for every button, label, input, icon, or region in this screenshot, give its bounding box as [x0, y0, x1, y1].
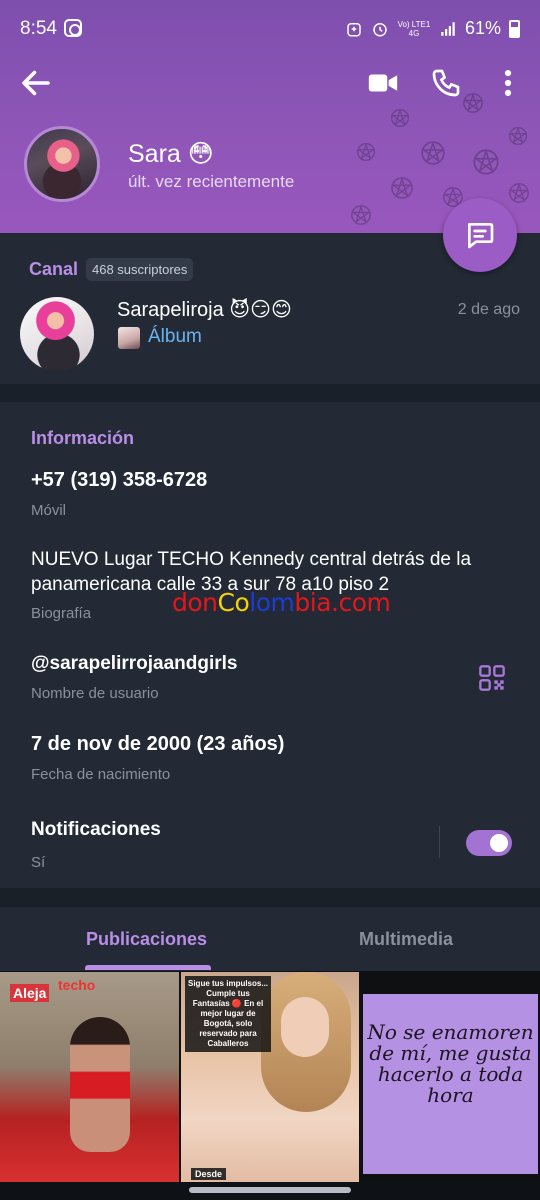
photo-content [281, 997, 329, 1057]
divider [439, 826, 440, 858]
channel-heading: Canal [29, 259, 79, 279]
pentagram-decoration-icon [421, 140, 445, 165]
signal-icon [441, 21, 455, 36]
phone-call-icon[interactable] [430, 66, 462, 100]
qr-code-icon[interactable] [478, 664, 506, 692]
battery-percent: 61% [464, 18, 501, 38]
status-time: 8:54 [20, 18, 57, 39]
pentagram-decoration-icon [391, 176, 413, 199]
channel-avatar [20, 297, 94, 371]
subscribers-badge: 468 suscriptores [86, 258, 194, 281]
media-tile[interactable]: Aleja techo [0, 972, 179, 1182]
back-icon[interactable] [18, 65, 54, 101]
tile-tag: techo [58, 977, 96, 993]
send-message-button[interactable] [443, 198, 517, 272]
alarm-icon [347, 22, 361, 36]
photo-content [70, 1017, 130, 1152]
channel-last-message: Álbum [148, 326, 202, 347]
more-vert-icon[interactable] [496, 66, 520, 100]
channel-name: Sarapeliroja 😈😏😊 [117, 299, 292, 321]
tab-multimedia[interactable]: Multimedia [359, 929, 453, 950]
instagram-notification-icon [64, 19, 82, 37]
active-tab-indicator [85, 965, 211, 970]
notifications-title: Notificaciones [31, 819, 161, 840]
notifications-value: Sí [31, 854, 46, 871]
username: @sarapelirrojaandgirls [31, 653, 238, 674]
media-tabs: Publicaciones Multimedia [0, 907, 540, 971]
username-label: Nombre de usuario [31, 685, 159, 702]
video-call-icon[interactable] [366, 66, 400, 100]
phone-label: Móvil [31, 502, 67, 519]
birthdate-label: Fecha de nacimiento [31, 766, 171, 783]
profile-avatar[interactable] [24, 126, 100, 202]
media-tile[interactable]: Sigue tus impulsos... Cumple tus Fantasí… [181, 972, 359, 1182]
promo-footer: Desde [191, 1168, 227, 1180]
media-grid: Aleja techo Sigue tus impulsos... Cumple… [0, 971, 540, 1200]
quote-card: No se enamoren de mí, me gusta hacerlo a… [363, 994, 538, 1174]
profile-header: 8:54 Vo) LTE1 4G 61% Sara 😳 últ. vez rec… [0, 0, 540, 233]
pentagram-decoration-icon [509, 126, 527, 145]
info-heading: Información [31, 428, 135, 448]
notifications-toggle[interactable] [466, 830, 512, 856]
last-seen-status: últ. vez recientemente [128, 172, 295, 191]
media-tile[interactable]: No se enamoren de mí, me gusta hacerlo a… [361, 972, 540, 1182]
tile-tag: Aleja [10, 984, 50, 1002]
bio-label: Biografía [31, 605, 92, 622]
channel-last-date: 2 de ago [457, 301, 520, 318]
pentagram-decoration-icon [473, 148, 499, 175]
tab-publicaciones[interactable]: Publicaciones [86, 929, 207, 950]
birthdate: 7 de nov de 2000 (23 años) [31, 733, 285, 755]
network-type: Vo) LTE1 4G [397, 19, 431, 38]
pentagram-decoration-icon [391, 108, 409, 127]
battery-icon [509, 19, 520, 38]
pentagram-decoration-icon [357, 142, 375, 161]
watermark: donColombia.com [172, 588, 391, 617]
phone-number: +57 (319) 358-6728 [31, 469, 208, 491]
info-section: Información +57 (319) 358-6728 Móvil NUE… [0, 402, 540, 888]
status-bar: 8:54 Vo) LTE1 4G 61% [0, 0, 540, 58]
message-icon [468, 223, 494, 249]
status-icons: Vo) LTE1 4G 61% [345, 18, 520, 39]
clock-alarm-icon [373, 22, 387, 36]
pentagram-decoration-icon [351, 204, 371, 225]
gesture-nav-handle[interactable] [189, 1187, 351, 1193]
album-thumbnail [118, 327, 140, 349]
toggle-knob [487, 831, 511, 855]
profile-name: Sara 😳 [128, 140, 214, 168]
quote-text: No se enamoren de mí, me gusta hacerlo a… [367, 1020, 534, 1107]
promo-caption: Sigue tus impulsos... Cumple tus Fantasí… [185, 976, 271, 1052]
pentagram-decoration-icon [509, 182, 529, 203]
app-bar [0, 58, 540, 106]
